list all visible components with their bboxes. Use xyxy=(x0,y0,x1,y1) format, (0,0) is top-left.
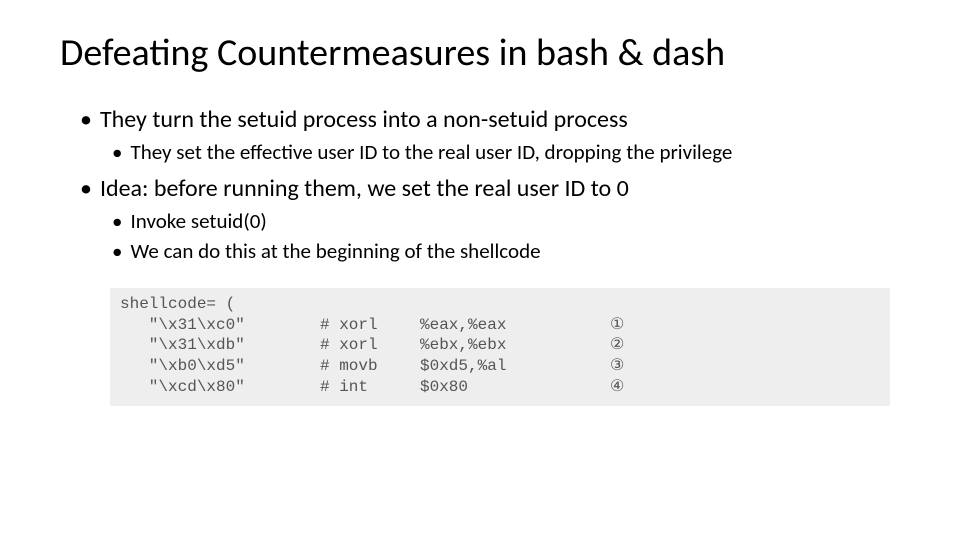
slide-title: Defeating Countermeasures in bash & dash xyxy=(60,30,900,76)
code-num: ④ xyxy=(610,377,650,398)
code-comment: # int xyxy=(320,377,420,398)
bullet-text: They set the effective user ID to the re… xyxy=(130,138,732,166)
bullet-text: Invoke setuid(0) xyxy=(130,207,266,235)
bullet-list: • They turn the setuid process into a no… xyxy=(60,104,900,266)
bullet-level2: • We can do this at the beginning of the… xyxy=(112,237,900,265)
bullet-level2: • Invoke setuid(0) xyxy=(112,207,900,235)
code-num: ① xyxy=(610,315,650,336)
code-bytes: "\xb0\xd5" xyxy=(120,356,320,377)
code-row: "\x31\xdb" # xorl %ebx,%ebx ② xyxy=(120,335,880,356)
code-row: "\xb0\xd5" # movb $0xd5,%al ③ xyxy=(120,356,880,377)
slide: Defeating Countermeasures in bash & dash… xyxy=(0,0,960,426)
code-ops: $0xd5,%al xyxy=(420,356,610,377)
bullet-dot: • xyxy=(112,207,122,235)
bullet-text: Idea: before running them, we set the re… xyxy=(100,173,629,205)
bullet-text: We can do this at the beginning of the s… xyxy=(130,237,540,265)
bullet-dot: • xyxy=(112,237,122,265)
bullet-level2: • They set the effective user ID to the … xyxy=(112,138,900,166)
code-comment: # movb xyxy=(320,356,420,377)
code-bytes: "\x31\xdb" xyxy=(120,335,320,356)
bullet-level1: • They turn the setuid process into a no… xyxy=(80,104,900,136)
code-num: ③ xyxy=(610,356,650,377)
bullet-text: They turn the setuid process into a non-… xyxy=(100,104,628,136)
code-ops: %ebx,%ebx xyxy=(420,335,610,356)
code-ops: $0x80 xyxy=(420,377,610,398)
code-comment: # xorl xyxy=(320,335,420,356)
code-bytes: "\x31\xc0" xyxy=(120,315,320,336)
code-ops: %eax,%eax xyxy=(420,315,610,336)
code-header: shellcode= ( xyxy=(120,294,880,315)
code-block: shellcode= ( "\x31\xc0" # xorl %eax,%eax… xyxy=(110,288,890,406)
bullet-dot: • xyxy=(80,104,92,136)
code-row: "\x31\xc0" # xorl %eax,%eax ① xyxy=(120,315,880,336)
code-bytes: "\xcd\x80" xyxy=(120,377,320,398)
code-comment: # xorl xyxy=(320,315,420,336)
code-row: "\xcd\x80" # int $0x80 ④ xyxy=(120,377,880,398)
code-num: ② xyxy=(610,335,650,356)
bullet-dot: • xyxy=(80,173,92,205)
bullet-dot: • xyxy=(112,138,122,166)
bullet-level1: • Idea: before running them, we set the … xyxy=(80,173,900,205)
